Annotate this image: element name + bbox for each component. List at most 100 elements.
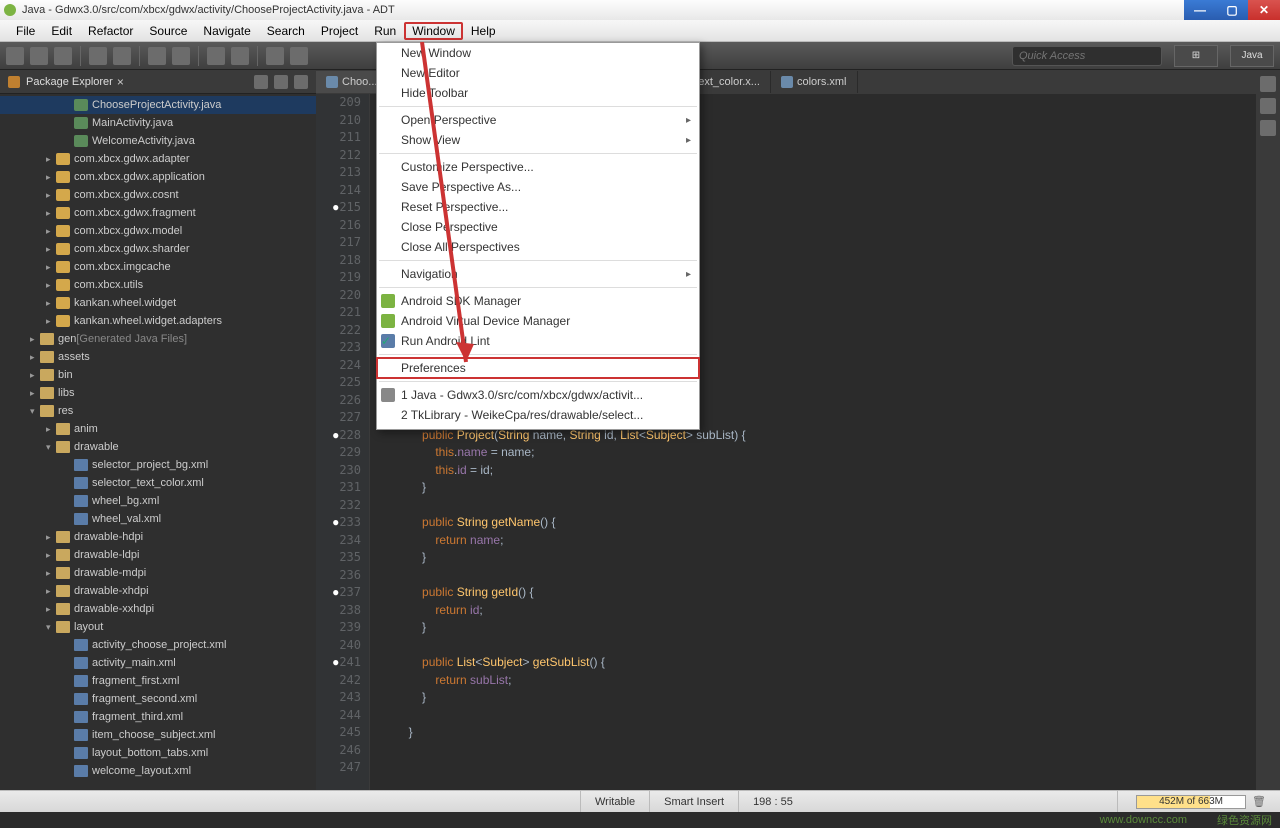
expand-icon[interactable]: ▸ — [46, 280, 56, 291]
quick-access-input[interactable] — [1012, 46, 1162, 66]
tree-item[interactable]: ▸gen [Generated Java Files] — [0, 330, 316, 348]
expand-icon[interactable]: ▸ — [46, 226, 56, 237]
tree-item[interactable]: welcome_layout.xml — [0, 762, 316, 780]
maximize-button[interactable]: ▢ — [1216, 0, 1248, 20]
menu-item[interactable]: New Window — [377, 43, 699, 63]
gc-icon[interactable]: 🗑 — [1252, 795, 1266, 808]
tree-item[interactable]: ▸com.xbcx.gdwx.cosnt — [0, 186, 316, 204]
tree-item[interactable]: ▸bin — [0, 366, 316, 384]
tree-item[interactable]: ChooseProjectActivity.java — [0, 96, 316, 114]
save-all-icon[interactable] — [54, 47, 72, 65]
avd-icon[interactable] — [172, 47, 190, 65]
tree-item[interactable]: item_choose_subject.xml — [0, 726, 316, 744]
menu-item[interactable]: Close All Perspectives — [377, 237, 699, 257]
new-icon[interactable] — [6, 47, 24, 65]
tree-item[interactable]: ▾drawable — [0, 438, 316, 456]
menu-help[interactable]: Help — [463, 22, 504, 40]
expand-icon[interactable]: ▸ — [46, 154, 56, 165]
run-icon[interactable] — [113, 47, 131, 65]
close-view-icon[interactable]: × — [117, 75, 124, 89]
expand-icon[interactable]: ▸ — [30, 352, 40, 363]
open-type-icon[interactable] — [207, 47, 225, 65]
package-explorer-tree[interactable]: ChooseProjectActivity.javaMainActivity.j… — [0, 94, 316, 810]
tree-item[interactable]: layout_bottom_tabs.xml — [0, 744, 316, 762]
tree-item[interactable]: ▾layout — [0, 618, 316, 636]
expand-icon[interactable]: ▸ — [30, 388, 40, 399]
tree-item[interactable]: ▸com.xbcx.gdwx.application — [0, 168, 316, 186]
android-sdk-icon[interactable] — [148, 47, 166, 65]
tree-item[interactable]: fragment_third.xml — [0, 708, 316, 726]
menu-navigate[interactable]: Navigate — [195, 22, 258, 40]
expand-icon[interactable]: ▸ — [46, 208, 56, 219]
menu-file[interactable]: File — [8, 22, 43, 40]
search-icon[interactable] — [231, 47, 249, 65]
java-perspective-button[interactable]: Java — [1230, 45, 1274, 67]
menu-item[interactable]: 1 Java - Gdwx3.0/src/com/xbcx/gdwx/activ… — [377, 385, 699, 405]
tree-item[interactable]: WelcomeActivity.java — [0, 132, 316, 150]
heap-bar[interactable]: 452M of 663M — [1136, 795, 1246, 809]
minimap-icon[interactable] — [1260, 120, 1276, 136]
tree-item[interactable]: fragment_second.xml — [0, 690, 316, 708]
expand-icon[interactable]: ▾ — [30, 406, 40, 417]
menu-item[interactable]: Close Perspective — [377, 217, 699, 237]
menu-item[interactable]: Save Perspective As... — [377, 177, 699, 197]
expand-icon[interactable]: ▸ — [30, 370, 40, 381]
tree-item[interactable]: wheel_val.xml — [0, 510, 316, 528]
tree-item[interactable]: ▸com.xbcx.gdwx.adapter — [0, 150, 316, 168]
expand-icon[interactable]: ▸ — [46, 262, 56, 273]
link-editor-icon[interactable] — [274, 75, 288, 89]
expand-icon[interactable]: ▸ — [46, 316, 56, 327]
tree-item[interactable]: ▸com.xbcx.utils — [0, 276, 316, 294]
menu-item[interactable]: Android SDK Manager — [377, 291, 699, 311]
open-perspective-button[interactable]: ⊞ — [1174, 45, 1218, 67]
tree-item[interactable]: ▸kankan.wheel.widget — [0, 294, 316, 312]
menu-window[interactable]: Window — [404, 22, 463, 40]
tree-item[interactable]: fragment_first.xml — [0, 672, 316, 690]
expand-icon[interactable]: ▸ — [46, 604, 56, 615]
view-menu-icon[interactable] — [294, 75, 308, 89]
tree-item[interactable]: wheel_bg.xml — [0, 492, 316, 510]
tree-item[interactable]: activity_choose_project.xml — [0, 636, 316, 654]
menu-item[interactable]: Android Virtual Device Manager — [377, 311, 699, 331]
tree-item[interactable]: ▸com.xbcx.gdwx.sharder — [0, 240, 316, 258]
collapse-all-icon[interactable] — [254, 75, 268, 89]
expand-icon[interactable]: ▸ — [46, 298, 56, 309]
tree-item[interactable]: ▸anim — [0, 420, 316, 438]
tree-item[interactable]: ▾res — [0, 402, 316, 420]
menu-item[interactable]: Show View — [377, 130, 699, 150]
nav-back-icon[interactable] — [266, 47, 284, 65]
menu-edit[interactable]: Edit — [43, 22, 80, 40]
tree-item[interactable]: ▸com.xbcx.gdwx.model — [0, 222, 316, 240]
expand-icon[interactable]: ▸ — [46, 172, 56, 183]
menu-source[interactable]: Source — [141, 22, 195, 40]
expand-icon[interactable]: ▸ — [30, 334, 40, 345]
menu-item[interactable]: ✓Run Android Lint — [377, 331, 699, 351]
tree-item[interactable]: ▸drawable-xhdpi — [0, 582, 316, 600]
expand-icon[interactable]: ▸ — [46, 244, 56, 255]
tree-item[interactable]: ▸drawable-mdpi — [0, 564, 316, 582]
nav-forward-icon[interactable] — [290, 47, 308, 65]
tree-item[interactable]: selector_text_color.xml — [0, 474, 316, 492]
expand-icon[interactable]: ▾ — [46, 622, 56, 633]
tree-item[interactable]: ▸libs — [0, 384, 316, 402]
menu-refactor[interactable]: Refactor — [80, 22, 141, 40]
tree-item[interactable]: activity_main.xml — [0, 654, 316, 672]
minimize-button[interactable]: — — [1184, 0, 1216, 20]
expand-icon[interactable]: ▸ — [46, 550, 56, 561]
expand-icon[interactable]: ▸ — [46, 190, 56, 201]
expand-icon[interactable]: ▸ — [46, 424, 56, 435]
menu-run[interactable]: Run — [366, 22, 404, 40]
save-icon[interactable] — [30, 47, 48, 65]
outline-icon[interactable] — [1260, 76, 1276, 92]
tree-item[interactable]: ▸com.xbcx.imgcache — [0, 258, 316, 276]
tree-item[interactable]: ▸drawable-xxhdpi — [0, 600, 316, 618]
tree-item[interactable]: ▸assets — [0, 348, 316, 366]
menu-item[interactable]: Customize Perspective... — [377, 157, 699, 177]
tree-item[interactable]: ▸kankan.wheel.widget.adapters — [0, 312, 316, 330]
expand-icon[interactable]: ▸ — [46, 532, 56, 543]
expand-icon[interactable]: ▸ — [46, 568, 56, 579]
close-button[interactable]: ✕ — [1248, 0, 1280, 20]
menu-item[interactable]: 2 TkLibrary - WeikeCpa/res/drawable/sele… — [377, 405, 699, 425]
task-list-icon[interactable] — [1260, 98, 1276, 114]
menu-item[interactable]: New Editor — [377, 63, 699, 83]
